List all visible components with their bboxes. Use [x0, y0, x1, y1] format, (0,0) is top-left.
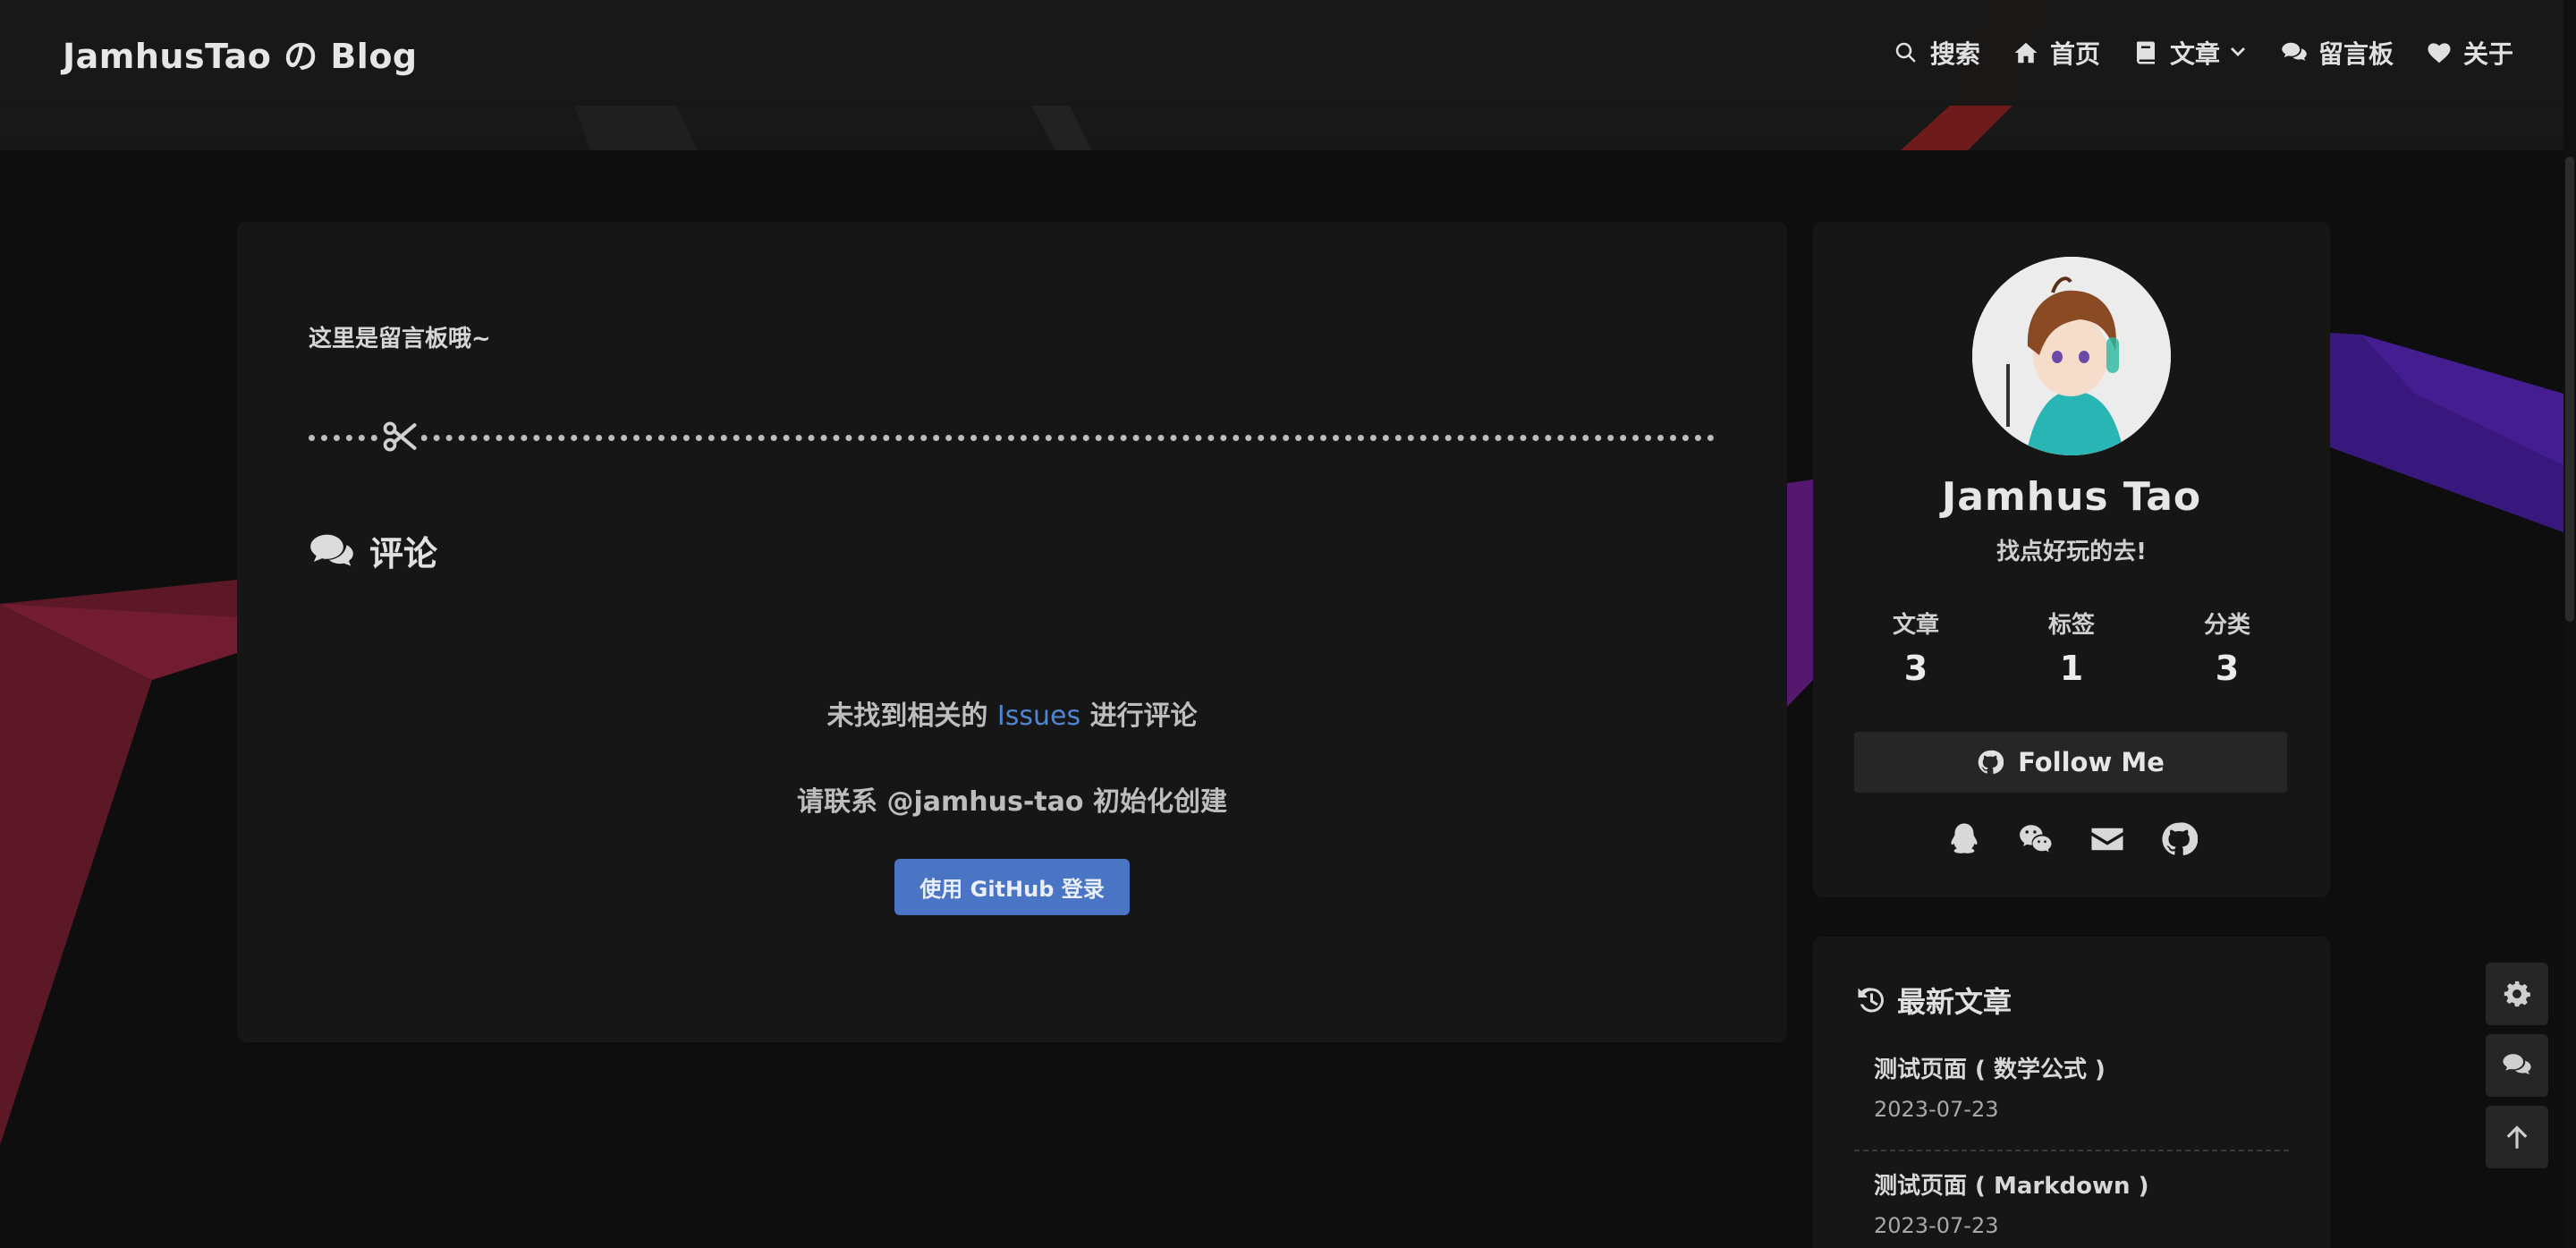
recent-posts-card: 最新文章 测试页面 ( 数学公式 ) 2023-07-23 测试页面 ( Mar… [1813, 937, 2330, 1248]
qq-icon[interactable] [1943, 818, 1986, 861]
history-icon [1858, 988, 1884, 1013]
issues-notice-suffix: 进行评论 [1089, 700, 1198, 732]
recent-posts-heading: 最新文章 [1854, 980, 2012, 1021]
nav-home[interactable]: 首页 [2012, 35, 2100, 71]
issues-notice: 未找到相关的 Issues 进行评论 [237, 693, 1787, 733]
comments-icon [2503, 1054, 2531, 1074]
post-title[interactable]: 测试页面 ( Markdown ) [1874, 1167, 2294, 1201]
stat-tags[interactable]: 标签 1 [2009, 607, 2134, 688]
scissors-icon [378, 415, 421, 458]
stat-value: 1 [2059, 649, 2084, 688]
github-icon [1978, 750, 2004, 774]
nav-about[interactable]: 关于 [2426, 35, 2513, 71]
follow-me-button[interactable]: Follow Me [1854, 732, 2287, 793]
stat-label: 分类 [2203, 612, 2250, 639]
page: JamhusTao の Blog 搜索 首页 文章 留言板 关于 这里是留言板哦… [0, 0, 2576, 1248]
book-icon [2136, 41, 2155, 64]
stat-label: 标签 [2047, 612, 2095, 639]
stat-categories[interactable]: 分类 3 [2165, 607, 2290, 688]
email-icon[interactable] [2086, 818, 2129, 861]
social-links [1813, 818, 2330, 861]
site-brand[interactable]: JamhusTao の Blog [63, 29, 418, 78]
profile-motto: 找点好玩的去! [1996, 539, 2147, 565]
gear-icon [2504, 981, 2530, 1007]
post-date: 2023-07-23 [1874, 1213, 1999, 1238]
nav-search[interactable]: 搜索 [1893, 35, 1980, 71]
list-item[interactable]: 测试页面 ( 数学公式 ) 2023-07-23 [1874, 1051, 2294, 1122]
main-nav: 搜索 首页 文章 留言板 关于 [1860, 35, 2513, 71]
nav-articles-label: 文章 [2169, 39, 2220, 69]
nav-guestbook-label: 留言板 [2318, 39, 2394, 69]
post-title[interactable]: 测试页面 ( 数学公式 ) [1874, 1051, 2294, 1084]
contact-notice: 请联系 @jamhus-tao 初始化创建 [797, 786, 1227, 818]
post-separator [1854, 1150, 2289, 1151]
nav-search-label: 搜索 [1929, 39, 1980, 69]
search-icon [1895, 42, 1916, 63]
comments-jump-button[interactable] [2486, 1034, 2548, 1097]
follow-me-label: Follow Me [2018, 747, 2165, 777]
top-navbar: JamhusTao の Blog 搜索 首页 文章 留言板 关于 [0, 0, 2576, 106]
comments-heading-label: 评论 [369, 534, 438, 573]
issues-link[interactable]: Issues [997, 700, 1080, 732]
dotted-divider [309, 435, 1715, 441]
comments-icon [2282, 42, 2307, 61]
scrollbar-thumb[interactable] [2565, 157, 2574, 622]
guestbook-card: 这里是留言板哦~ 评论 未找到相关的 Issues 进行评论 请联系 @jamh… [237, 222, 1787, 1042]
stat-value: 3 [1903, 649, 1928, 688]
profile-name: Jamhus Tao [1941, 474, 2202, 520]
settings-button[interactable] [2486, 963, 2548, 1025]
profile-stats: 文章 3 标签 1 分类 3 [1853, 607, 2290, 688]
github-login-button[interactable]: 使用 GitHub 登录 [894, 859, 1130, 915]
list-item[interactable]: 测试页面 ( Markdown ) 2023-07-23 [1874, 1167, 2294, 1238]
nav-about-label: 关于 [2462, 39, 2513, 69]
chevron-down-icon [2230, 47, 2245, 56]
wechat-icon[interactable] [2014, 818, 2057, 861]
avatar[interactable] [1972, 257, 2171, 455]
nav-home-label: 首页 [2049, 39, 2100, 69]
comments-heading: 评论 [309, 526, 437, 575]
stat-label: 文章 [1892, 612, 1939, 639]
back-to-top-button[interactable] [2486, 1106, 2548, 1168]
nav-articles[interactable]: 文章 [2132, 35, 2249, 71]
github-icon[interactable] [2157, 818, 2200, 861]
recent-posts-title: 最新文章 [1897, 985, 2012, 1019]
comments-icon [310, 534, 353, 565]
stat-value: 3 [2215, 649, 2240, 688]
guestbook-intro: 这里是留言板哦~ [309, 326, 491, 352]
post-date: 2023-07-23 [1874, 1097, 1999, 1122]
profile-card: Jamhus Tao 找点好玩的去! 文章 3 标签 1 分类 3 Follow… [1813, 222, 2330, 897]
nav-guestbook[interactable]: 留言板 [2281, 35, 2394, 71]
stat-articles[interactable]: 文章 3 [1853, 607, 1979, 688]
heart-icon [2428, 43, 2451, 64]
home-icon [2014, 42, 2038, 64]
arrow-up-icon [2506, 1125, 2528, 1149]
issues-notice-prefix: 未找到相关的 [826, 700, 988, 732]
